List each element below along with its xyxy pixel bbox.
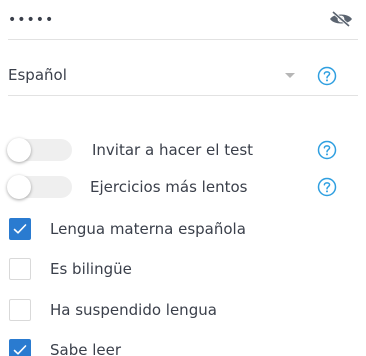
- password-field[interactable]: •••••: [8, 0, 358, 40]
- checkbox-row-native-spanish[interactable]: Lengua materna española: [8, 216, 358, 244]
- eye-slash-icon[interactable]: [328, 10, 354, 28]
- native-spanish-checkbox[interactable]: [9, 218, 31, 240]
- can-read-label: Sabe leer: [50, 341, 122, 356]
- checkmark-icon: [13, 345, 27, 355]
- failed-language-label: Ha suspendido lengua: [50, 301, 217, 319]
- can-read-checkbox[interactable]: [9, 339, 31, 356]
- checkbox-row-can-read[interactable]: Sabe leer: [8, 337, 358, 356]
- toggle-row-invite-test: Invitar a hacer el test: [7, 137, 358, 165]
- question-circle-icon[interactable]: [317, 140, 337, 160]
- slower-exercises-toggle[interactable]: [7, 175, 72, 199]
- native-spanish-label: Lengua materna española: [50, 220, 246, 238]
- slower-exercises-label: Ejercicios más lentos: [90, 178, 248, 196]
- toggle-row-slower-exercises: Ejercicios más lentos: [7, 174, 358, 202]
- chevron-down-icon[interactable]: [285, 73, 295, 78]
- toggle-knob: [7, 138, 31, 162]
- checkmark-icon: [13, 224, 27, 234]
- password-value: •••••: [8, 12, 55, 28]
- question-circle-icon[interactable]: [317, 66, 337, 86]
- checkbox-row-failed-language[interactable]: Ha suspendido lengua: [8, 297, 358, 325]
- checkbox-row-bilingual[interactable]: Es bilingüe: [8, 256, 358, 284]
- language-selected-value: Español: [8, 66, 67, 84]
- toggle-knob: [7, 175, 31, 199]
- bilingual-checkbox[interactable]: [9, 258, 31, 280]
- language-select[interactable]: Español: [8, 56, 358, 96]
- invite-test-toggle[interactable]: [7, 138, 72, 162]
- failed-language-checkbox[interactable]: [9, 299, 31, 321]
- bilingual-label: Es bilingüe: [50, 260, 132, 278]
- invite-test-label: Invitar a hacer el test: [92, 141, 254, 159]
- question-circle-icon[interactable]: [317, 177, 337, 197]
